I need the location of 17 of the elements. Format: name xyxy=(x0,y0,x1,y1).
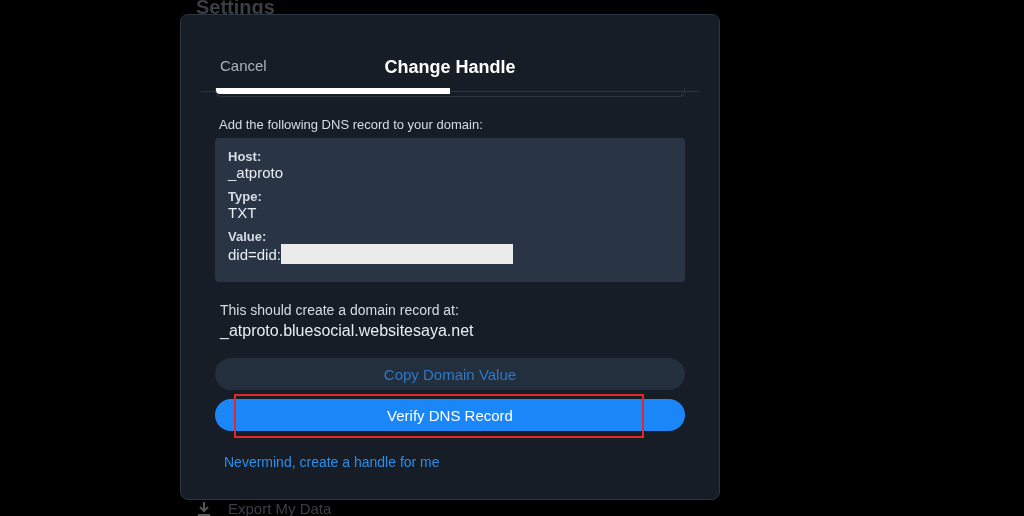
record-value: TXT xyxy=(228,204,257,221)
copy-button[interactable]: Copy Domain Value xyxy=(215,358,685,390)
record-label: Value: xyxy=(228,229,268,244)
segmented-control[interactable] xyxy=(215,88,685,97)
instruction-text: Add the following DNS record to your domain: xyxy=(218,117,484,132)
page-heading: Settings xyxy=(196,0,275,20)
verify-button[interactable]: Verify DNS Record xyxy=(215,399,685,431)
record-value: _atproto xyxy=(228,164,284,181)
cancel-button[interactable]: Cancel xyxy=(220,57,267,74)
download-icon xyxy=(196,500,212,516)
domain-text: _atproto.bluesocial.websitesaya.net xyxy=(218,322,475,340)
record-value: did=did: xyxy=(228,245,281,263)
record-label: Host: xyxy=(228,149,263,164)
note-text: This should create a domain record at: xyxy=(219,302,460,318)
fallback-link[interactable]: Nevermind, create a handle for me xyxy=(215,454,440,470)
record-label: Type: xyxy=(228,189,263,204)
dialog-title: Change Handle xyxy=(384,56,516,78)
